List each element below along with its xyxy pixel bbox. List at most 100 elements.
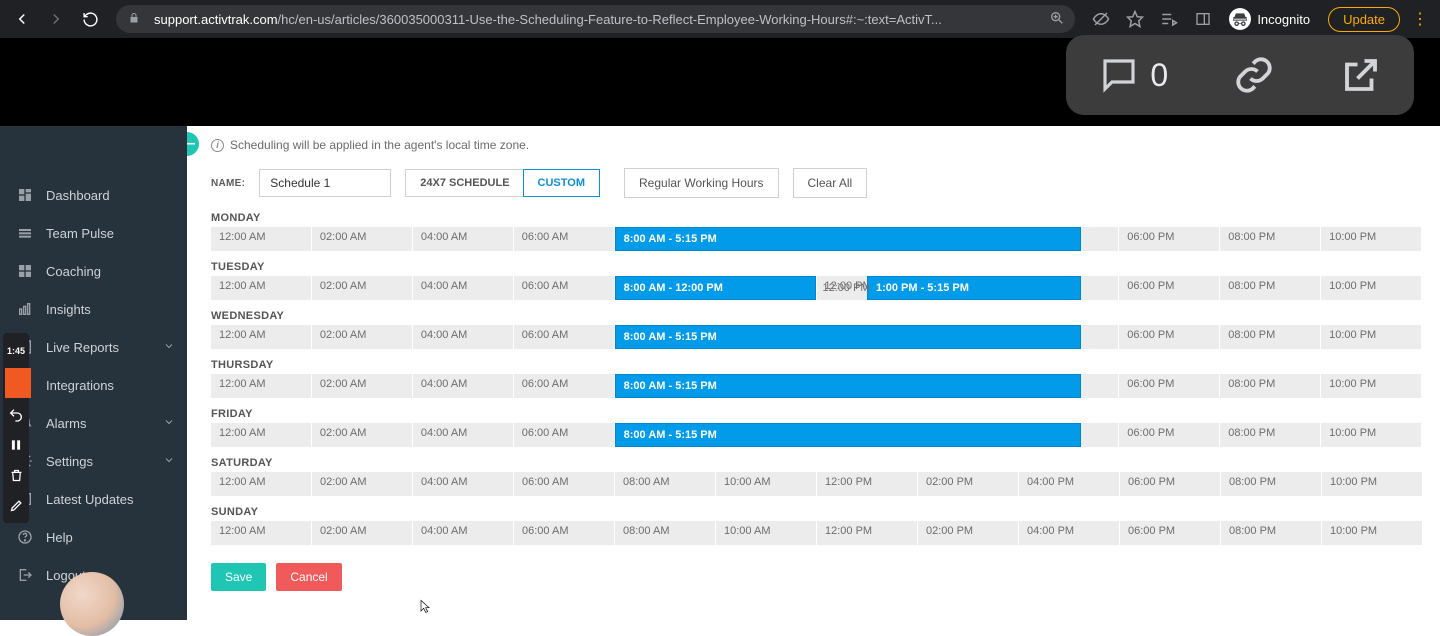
sidebar-item-label: Insights [46,302,91,317]
insights-icon [16,300,34,318]
time-block[interactable]: 8:00 AM - 5:15 PM [615,423,1082,447]
tick-label: 06:00 AM [522,231,568,243]
copy-link-button[interactable] [1233,54,1275,96]
regular-hours-button[interactable]: Regular Working Hours [624,168,779,198]
tick-label: 06:00 AM [522,427,568,439]
sidebar-item-label: Live Reports [46,340,119,355]
day-track[interactable]: 12:00 AM02:00 AM04:00 AM06:00 AM06:00 PM… [211,374,1422,398]
pause-icon[interactable] [3,430,29,460]
clear-all-button[interactable]: Clear All [793,168,868,198]
gap-label: 12:00 PM [817,276,870,300]
chevron-down-icon [163,416,175,431]
eye-off-icon[interactable] [1087,5,1115,33]
info-icon: i [211,139,224,152]
sidebar-item-dashboard[interactable]: Dashboard [0,176,187,214]
time-block[interactable]: 8:00 AM - 5:15 PM [615,374,1082,398]
trash-icon[interactable] [3,460,29,490]
tick-label: 02:00 PM [926,525,973,537]
time-block[interactable]: 8:00 AM - 5:15 PM [615,227,1082,251]
sidebar-item-pulse[interactable]: Team Pulse [0,214,187,252]
browser-chrome: support.activtrak.com/hc/en-us/articles/… [0,0,1440,38]
tick-label: 06:00 AM [522,378,568,390]
tick-label: 02:00 AM [320,231,366,243]
time-block[interactable]: 1:00 PM - 5:15 PM [867,276,1081,300]
open-external-button[interactable] [1340,54,1382,96]
save-button[interactable]: Save [211,563,266,591]
playlist-icon[interactable] [1155,5,1183,33]
day-track[interactable]: 12:00 AM02:00 AM04:00 AM06:00 AM06:00 PM… [211,325,1422,349]
tick-label: 06:00 AM [522,329,568,341]
comments-button[interactable]: 0 [1098,54,1168,96]
tick-label: 06:00 PM [1128,525,1175,537]
back-button[interactable] [8,5,36,33]
collapse-sidebar-button[interactable]: — [187,132,199,156]
tick-label: 06:00 AM [522,525,568,537]
tick-label: 10:00 PM [1329,329,1376,341]
tick-label: 12:00 AM [219,378,265,390]
tick-label: 06:00 PM [1127,280,1174,292]
tick-label: 06:00 AM [522,280,568,292]
chevron-down-icon [163,340,175,355]
cancel-button[interactable]: Cancel [276,563,341,591]
undo-icon[interactable] [3,400,29,430]
time-block[interactable]: 8:00 AM - 12:00 PM [615,276,817,300]
forward-button[interactable] [42,5,70,33]
chrome-right-icons: Incognito Update ⋮ [1087,5,1432,33]
stop-recording-icon[interactable] [5,368,31,398]
sidebar-item-label: Latest Updates [46,492,133,507]
tick-label: 10:00 PM [1329,280,1376,292]
tick-label: 02:00 AM [320,378,366,390]
tick-label: 12:00 AM [219,231,265,243]
tick-label: 06:00 PM [1127,329,1174,341]
day-track[interactable]: 12:00 AM02:00 AM04:00 AM06:00 AM08:00 AM… [211,521,1422,545]
tick-label: 04:00 AM [421,329,467,341]
panel-icon[interactable] [1189,5,1217,33]
tick-label: 04:00 AM [421,427,467,439]
incognito-indicator: Incognito [1223,8,1316,30]
update-button[interactable]: Update [1328,7,1400,32]
sidebar-item-label: Help [46,530,73,545]
share-overlay: 0 [1066,35,1414,115]
reload-button[interactable] [76,5,104,33]
sidebar-item-insights[interactable]: Insights [0,290,187,328]
avatar[interactable] [60,572,124,636]
sidebar-item-label: Dashboard [46,188,110,203]
menu-button[interactable]: ⋮ [1412,9,1428,29]
day-label: SUNDAY [211,506,1422,518]
info-text: Scheduling will be applied in the agent'… [230,138,529,152]
url-text: support.activtrak.com/hc/en-us/articles/… [154,12,1037,27]
tick-label: 08:00 PM [1229,525,1276,537]
tick-label: 06:00 PM [1128,476,1175,488]
tick-label: 04:00 PM [1027,525,1074,537]
schedule-name-input[interactable] [259,169,391,197]
day-label: TUESDAY [211,261,1422,273]
sidebar-item-coaching[interactable]: Coaching [0,252,187,290]
sidebar-item-label: Integrations [46,378,114,393]
day-label: FRIDAY [211,408,1422,420]
sidebar-item-label: Alarms [46,416,86,431]
mode-custom-button[interactable]: CUSTOM [523,169,600,197]
tick-label: 02:00 AM [320,427,366,439]
day-track[interactable]: 12:00 AM02:00 AM04:00 AM06:00 AM08:00 AM… [211,472,1422,496]
pulse-icon [16,224,34,242]
pencil-icon[interactable] [3,490,29,520]
sidebar-item-help[interactable]: Help [0,518,187,556]
zoom-icon[interactable] [1049,10,1065,29]
content-area: — i Scheduling will be applied in the ag… [187,126,1440,620]
time-block[interactable]: 8:00 AM - 5:15 PM [615,325,1082,349]
tick-label: 12:00 AM [219,427,265,439]
star-icon[interactable] [1121,5,1149,33]
tick-label: 08:00 PM [1229,476,1276,488]
mode-247-button[interactable]: 24X7 SCHEDULE [406,170,523,196]
tick-label: 04:00 AM [421,231,467,243]
sidebar: Dashboard Team PulseCoaching Insights Live … [0,126,187,620]
address-bar[interactable]: support.activtrak.com/hc/en-us/articles/… [116,5,1075,33]
tick-label: 10:00 PM [1329,427,1376,439]
app-container: Dashboard Team PulseCoaching Insights Live … [0,126,1440,620]
day-track[interactable]: 12:00 AM02:00 AM04:00 AM06:00 AM06:00 PM… [211,227,1422,251]
tick-label: 04:00 AM [421,525,467,537]
tick-label: 10:00 PM [1329,378,1376,390]
day-track[interactable]: 12:00 AM02:00 AM04:00 AM06:00 AM06:00 PM… [211,423,1422,447]
day-track[interactable]: 12:00 AM02:00 AM04:00 AM06:00 AM12:00 PM… [211,276,1422,300]
tick-label: 12:00 PM [825,476,872,488]
